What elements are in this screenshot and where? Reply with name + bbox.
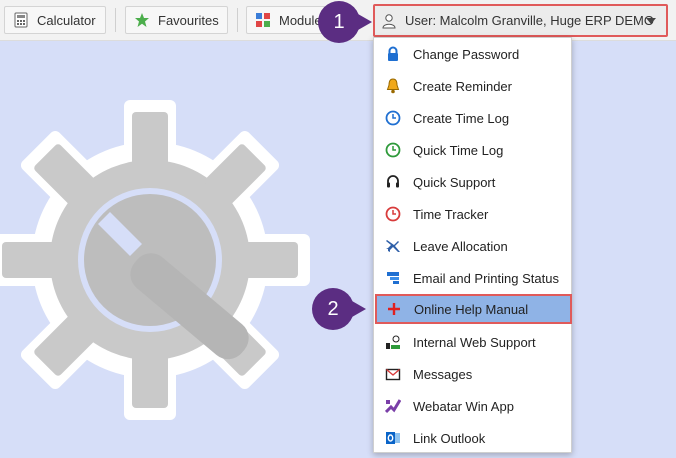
menu-item-label: Internal Web Support bbox=[413, 334, 536, 350]
lock-icon bbox=[384, 45, 402, 63]
clock-icon bbox=[384, 109, 402, 127]
bell-icon bbox=[384, 77, 402, 95]
menu-item-messages[interactable]: Messages bbox=[374, 358, 571, 390]
plus-icon bbox=[385, 300, 403, 318]
menu-item-label: Leave Allocation bbox=[413, 238, 508, 254]
menu-item-quick-time-log[interactable]: Quick Time Log bbox=[374, 134, 571, 166]
menu-item-internal-web-support[interactable]: Internal Web Support bbox=[374, 326, 571, 358]
chevron-down-icon bbox=[646, 18, 656, 24]
menu-item-change-password[interactable]: Change Password bbox=[374, 38, 571, 70]
web-support-icon bbox=[384, 333, 402, 351]
menu-item-online-help-manual[interactable]: Online Help Manual bbox=[375, 294, 572, 324]
menu-item-label: Messages bbox=[413, 366, 473, 382]
callout-badge-2: 2 bbox=[312, 288, 366, 330]
clock-green-icon bbox=[384, 141, 402, 159]
menu-item-label: Change Password bbox=[413, 46, 520, 62]
clock-red-icon bbox=[384, 205, 402, 223]
settings-gear-icon bbox=[0, 100, 310, 420]
favourites-label: Favourites bbox=[158, 12, 219, 28]
callout-badge-1: 1 bbox=[318, 1, 372, 43]
menu-item-create-time-log[interactable]: Create Time Log bbox=[374, 102, 571, 134]
menu-item-label: Create Time Log bbox=[413, 110, 510, 126]
headset-icon bbox=[384, 173, 402, 191]
menu-item-label: Quick Time Log bbox=[413, 142, 504, 158]
menu-item-quick-support[interactable]: Quick Support bbox=[374, 166, 571, 198]
toolbar-divider bbox=[237, 8, 238, 32]
user-dropdown-menu: Change Password Create Reminder Create T… bbox=[373, 37, 572, 453]
menu-item-label: Online Help Manual bbox=[414, 301, 529, 317]
outlook-icon bbox=[384, 429, 402, 447]
modules-button[interactable]: Modules bbox=[246, 6, 326, 34]
menu-item-label: Create Reminder bbox=[413, 78, 512, 94]
menu-item-link-outlook[interactable]: Link Outlook bbox=[374, 422, 571, 454]
menu-item-label: Email and Printing Status bbox=[413, 270, 559, 286]
menu-item-label: Quick Support bbox=[413, 174, 496, 190]
user-icon bbox=[381, 13, 397, 29]
modules-grid-icon bbox=[255, 12, 271, 28]
menu-item-label: Link Outlook bbox=[413, 430, 486, 446]
menu-item-label: Time Tracker bbox=[413, 206, 489, 222]
envelope-icon bbox=[384, 365, 402, 383]
menu-item-webatar-win-app[interactable]: Webatar Win App bbox=[374, 390, 571, 422]
favourites-button[interactable]: Favourites bbox=[125, 6, 228, 34]
status-icon bbox=[384, 269, 402, 287]
toolbar-divider bbox=[115, 8, 116, 32]
calculator-button[interactable]: Calculator bbox=[4, 6, 106, 34]
calculator-label: Calculator bbox=[37, 12, 96, 28]
menu-item-time-tracker[interactable]: Time Tracker bbox=[374, 198, 571, 230]
menu-item-leave-allocation[interactable]: Leave Allocation bbox=[374, 230, 571, 262]
plane-icon bbox=[384, 237, 402, 255]
star-icon bbox=[134, 12, 150, 28]
menu-item-label: Webatar Win App bbox=[413, 398, 514, 414]
webatar-icon bbox=[384, 397, 402, 415]
user-menu-button[interactable]: User: Malcolm Granville, Huge ERP DEMO bbox=[373, 4, 668, 37]
menu-item-email-printing-status[interactable]: Email and Printing Status bbox=[374, 262, 571, 294]
user-label: User: Malcolm Granville, Huge ERP DEMO bbox=[405, 13, 654, 28]
calculator-icon bbox=[13, 12, 29, 28]
menu-item-create-reminder[interactable]: Create Reminder bbox=[374, 70, 571, 102]
